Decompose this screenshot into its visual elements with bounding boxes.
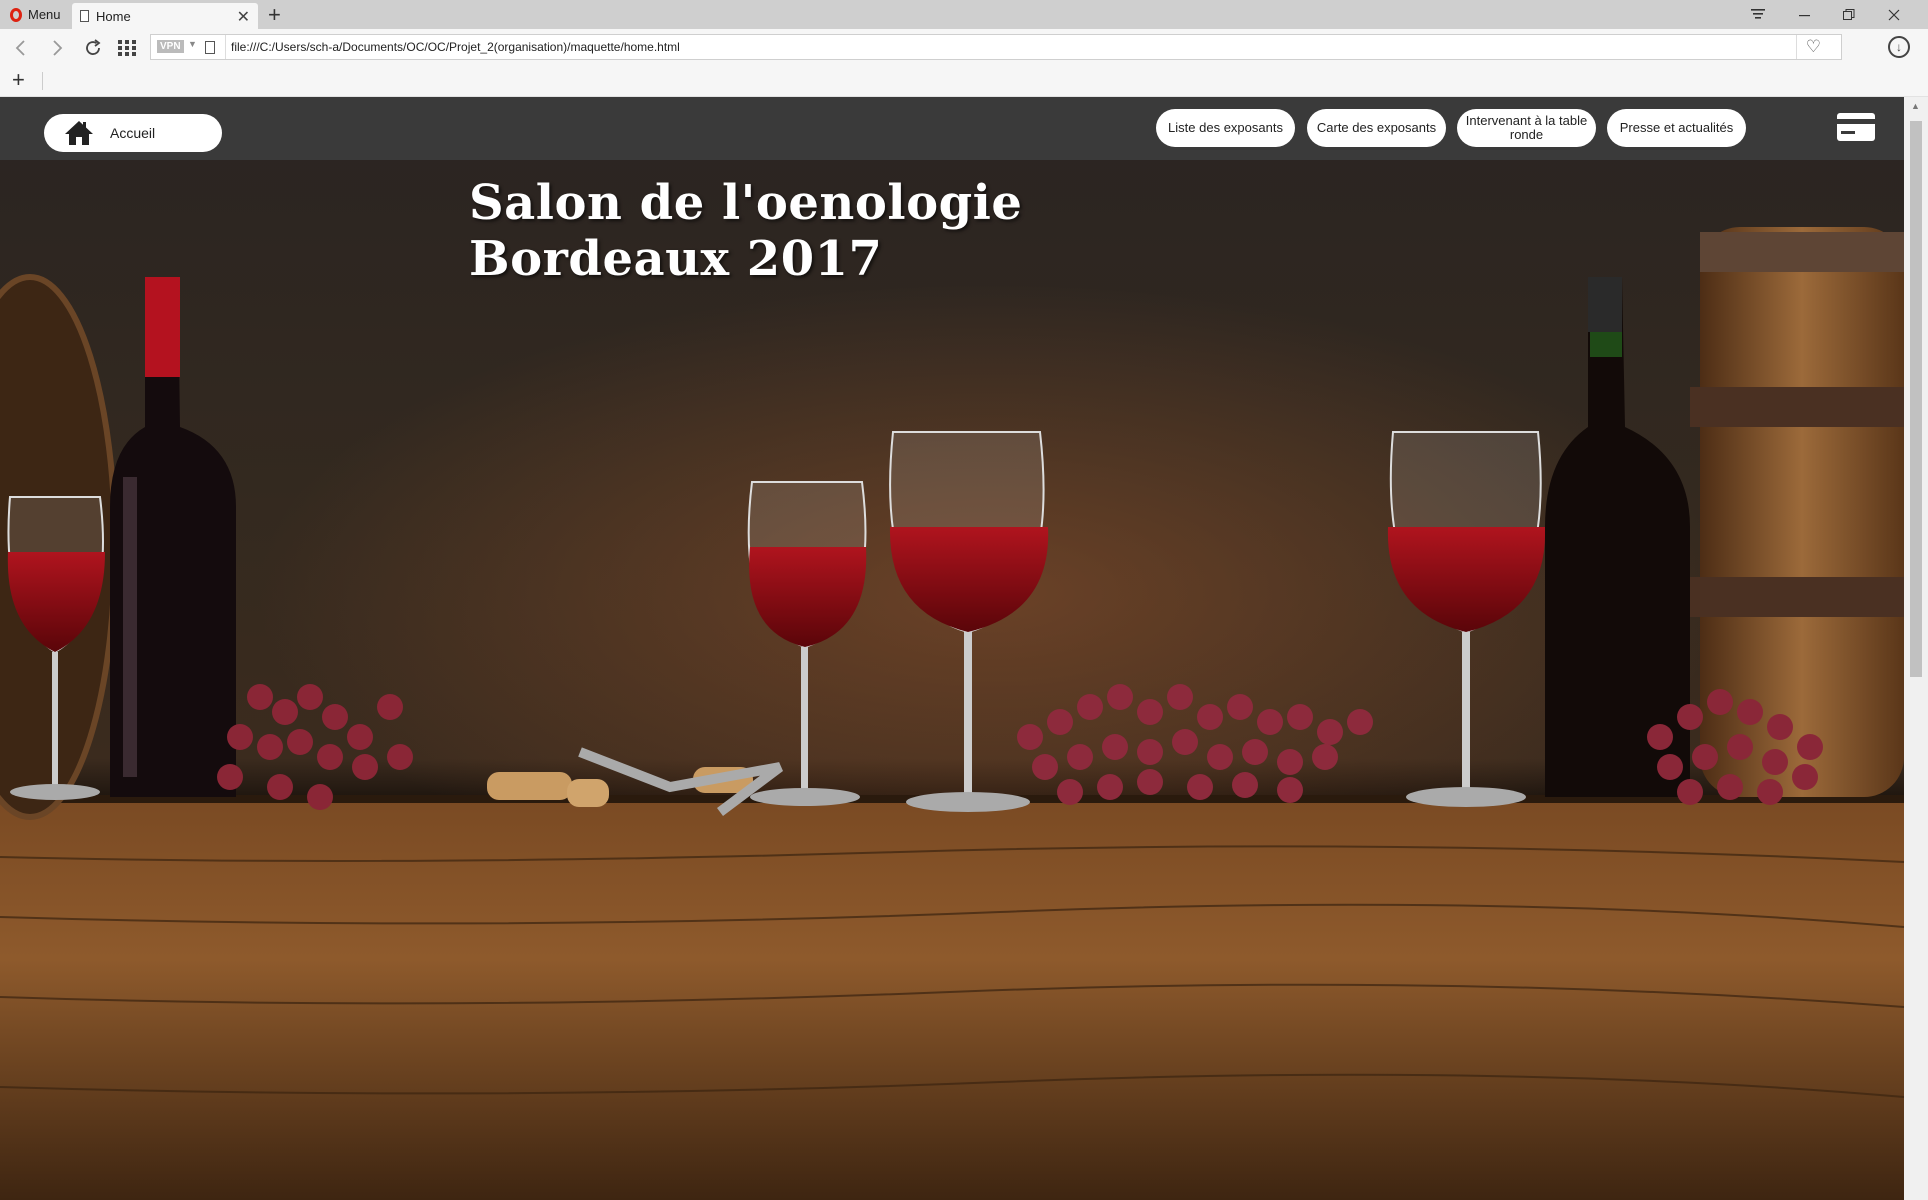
speed-dial-icon[interactable] — [114, 35, 140, 61]
add-bookmark-icon[interactable]: + — [12, 67, 25, 93]
reload-icon[interactable] — [80, 35, 106, 61]
page-scrollbar[interactable]: ▲ — [1904, 97, 1928, 1200]
forward-icon[interactable] — [44, 35, 70, 61]
address-bar-row: VPN ▼ file:///C:/Users/sch-a/Documents/O… — [0, 29, 1928, 66]
menu-label: Menu — [28, 7, 61, 22]
nav-presse-actualites[interactable]: Presse et actualités — [1607, 109, 1746, 147]
home-button[interactable]: Accueil — [44, 114, 222, 152]
opera-menu-button[interactable]: Menu — [0, 0, 68, 29]
document-icon — [80, 10, 89, 22]
chevron-down-icon[interactable]: ▼ — [188, 39, 197, 49]
url-separator-right — [1796, 35, 1797, 59]
close-tab-icon[interactable]: ✕ — [237, 7, 250, 27]
bookmarks-bar: + — [0, 66, 1928, 97]
restore-icon[interactable] — [1827, 0, 1871, 29]
home-label: Accueil — [110, 125, 156, 141]
tabs-menu-icon[interactable] — [1736, 0, 1780, 29]
browser-tab-bar: Menu Home ✕ + — [0, 0, 1928, 29]
scroll-thumb[interactable] — [1910, 121, 1922, 677]
close-window-icon[interactable] — [1872, 0, 1916, 29]
title-line-1: Salon de l'oenologie — [469, 175, 1023, 231]
credit-card-icon[interactable] — [1836, 111, 1876, 143]
nav-intervenant-table-ronde[interactable]: Intervenant à la table ronde — [1457, 109, 1596, 147]
page-title: Salon de l'oenologie Bordeaux 2017 — [469, 175, 1022, 287]
site-nav-bar: Accueil Liste des exposants Carte des ex… — [0, 97, 1904, 160]
download-icon[interactable]: ↓ — [1888, 36, 1910, 58]
url-text[interactable]: file:///C:/Users/sch-a/Documents/OC/OC/P… — [231, 40, 680, 54]
page-icon — [205, 41, 215, 54]
opera-logo-icon — [10, 7, 22, 22]
scroll-up-icon[interactable]: ▲ — [1911, 101, 1920, 111]
home-icon — [65, 121, 93, 145]
nav-carte-exposants[interactable]: Carte des exposants — [1307, 109, 1446, 147]
nav-liste-exposants[interactable]: Liste des exposants — [1156, 109, 1295, 147]
heart-icon[interactable]: ♡ — [1806, 37, 1821, 57]
browser-tab-home[interactable]: Home ✕ — [72, 3, 258, 29]
tab-title: Home — [96, 8, 131, 24]
minimize-icon[interactable] — [1783, 0, 1827, 29]
title-line-2: Bordeaux 2017 — [469, 231, 883, 287]
vpn-badge[interactable]: VPN — [157, 40, 184, 53]
new-tab-button[interactable]: + — [268, 2, 281, 28]
page-viewport: Accueil Liste des exposants Carte des ex… — [0, 97, 1904, 1200]
url-separator — [225, 35, 226, 59]
url-field[interactable]: VPN ▼ file:///C:/Users/sch-a/Documents/O… — [150, 34, 1842, 60]
bookmarks-separator — [42, 72, 43, 90]
back-icon[interactable] — [8, 35, 34, 61]
